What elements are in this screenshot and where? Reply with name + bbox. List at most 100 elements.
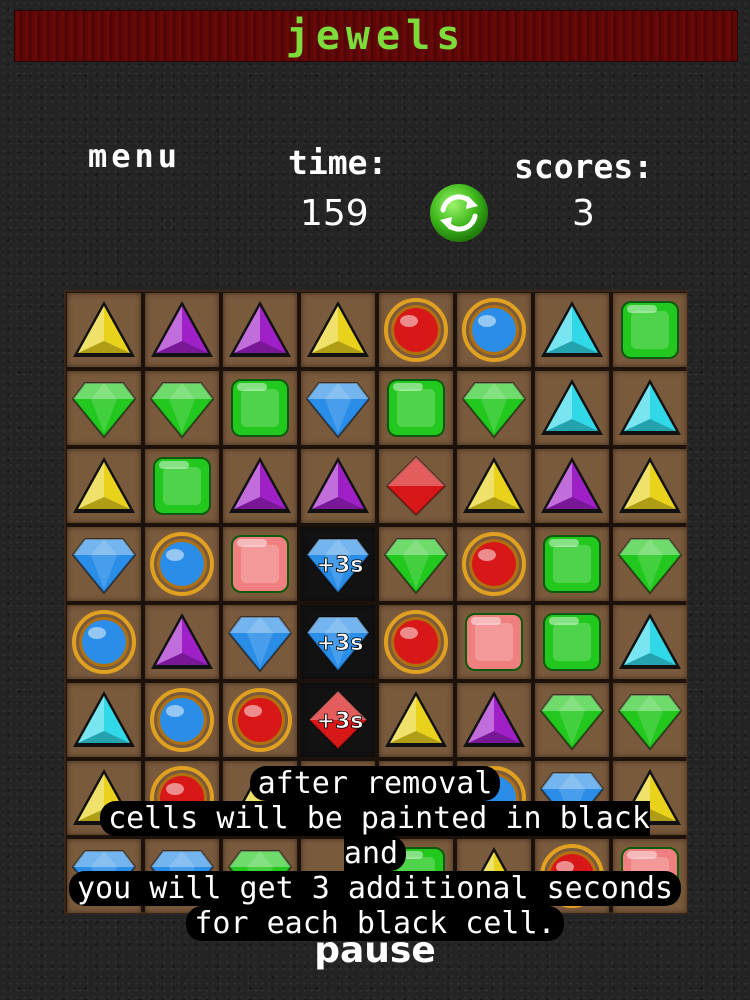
board-cell[interactable] — [223, 683, 297, 757]
board-cell[interactable] — [145, 449, 219, 523]
green-square-gem-icon — [621, 301, 679, 359]
board-cell[interactable] — [145, 605, 219, 679]
cyan-triangle-gem-icon — [541, 301, 603, 357]
board-cell[interactable] — [613, 293, 687, 367]
board-cell[interactable] — [535, 449, 609, 523]
blue-gem-gem-icon: +3s — [305, 616, 371, 673]
game-title: jewels — [285, 13, 467, 59]
hint-overlay: after removal cells will be painted in b… — [60, 766, 690, 941]
board-cell[interactable] — [613, 527, 687, 601]
red-diamond-gem-icon — [385, 455, 447, 517]
board-cell[interactable]: +3s — [301, 527, 375, 601]
yellow-triangle-gem-icon — [307, 301, 369, 357]
blue-orb-gem-icon — [72, 610, 136, 674]
board-cell[interactable] — [223, 371, 297, 445]
board-cell[interactable] — [613, 371, 687, 445]
purple-triangle-gem-icon — [463, 691, 525, 747]
blue-gem-gem-icon — [227, 616, 293, 673]
pink-square-gem-icon — [231, 535, 289, 593]
blue-gem-gem-icon — [71, 538, 137, 595]
refresh-icon — [430, 184, 488, 242]
purple-triangle-gem-icon — [229, 457, 291, 513]
board-cell[interactable] — [379, 683, 453, 757]
board-cell[interactable] — [457, 605, 531, 679]
board-cell[interactable] — [379, 371, 453, 445]
board-cell[interactable] — [223, 449, 297, 523]
board-cell[interactable] — [535, 527, 609, 601]
green-gem-gem-icon — [383, 538, 449, 595]
purple-triangle-gem-icon — [151, 301, 213, 357]
board-cell[interactable] — [457, 371, 531, 445]
board-cell[interactable] — [67, 605, 141, 679]
board-cell[interactable] — [223, 605, 297, 679]
refresh-button[interactable] — [428, 182, 490, 244]
yellow-triangle-gem-icon — [463, 457, 525, 513]
yellow-triangle-gem-icon — [619, 457, 681, 513]
board-cell[interactable] — [67, 527, 141, 601]
board-cell[interactable] — [145, 527, 219, 601]
green-square-gem-icon — [231, 379, 289, 437]
blue-orb-gem-icon — [150, 688, 214, 752]
cyan-triangle-gem-icon — [541, 379, 603, 435]
red-orb-gem-icon — [384, 298, 448, 362]
board-cell[interactable] — [223, 293, 297, 367]
green-gem-gem-icon — [71, 382, 137, 439]
menu-button[interactable]: menu — [88, 140, 181, 172]
green-gem-gem-icon — [617, 694, 683, 751]
board-cell[interactable] — [535, 605, 609, 679]
board-cell[interactable] — [145, 371, 219, 445]
board-cell[interactable] — [301, 293, 375, 367]
blue-orb-gem-icon — [150, 532, 214, 596]
yellow-triangle-gem-icon — [73, 457, 135, 513]
board-cell[interactable] — [535, 371, 609, 445]
board-cell[interactable] — [457, 527, 531, 601]
board-cell[interactable] — [613, 683, 687, 757]
pause-button[interactable]: pause — [0, 930, 750, 971]
purple-triangle-gem-icon — [151, 613, 213, 669]
board-cell[interactable] — [67, 293, 141, 367]
green-square-gem-icon — [543, 613, 601, 671]
board-cell[interactable] — [379, 449, 453, 523]
green-square-gem-icon — [543, 535, 601, 593]
board-cell[interactable] — [613, 605, 687, 679]
yellow-triangle-gem-icon — [73, 301, 135, 357]
green-gem-gem-icon — [149, 382, 215, 439]
red-orb-gem-icon — [228, 688, 292, 752]
board-cell[interactable] — [535, 293, 609, 367]
bonus-label: +3s — [317, 553, 364, 578]
green-gem-gem-icon — [461, 382, 527, 439]
board-cell[interactable] — [535, 683, 609, 757]
scores-label: scores: — [514, 147, 654, 186]
board-cell[interactable] — [379, 605, 453, 679]
board-cell[interactable] — [379, 527, 453, 601]
red-orb-gem-icon — [462, 532, 526, 596]
board-cell[interactable] — [145, 293, 219, 367]
board-cell[interactable] — [67, 683, 141, 757]
hint-line: you will get 3 additional seconds — [68, 871, 682, 906]
board-cell[interactable] — [457, 449, 531, 523]
scores-value: 3 — [572, 193, 595, 234]
cyan-triangle-gem-icon — [619, 613, 681, 669]
cyan-triangle-gem-icon — [619, 379, 681, 435]
yellow-triangle-gem-icon — [385, 691, 447, 747]
board-cell[interactable] — [223, 527, 297, 601]
board-cell[interactable] — [67, 449, 141, 523]
board-cell[interactable] — [457, 293, 531, 367]
hint-line: cells will be painted in black and — [100, 801, 650, 871]
blue-gem-gem-icon — [305, 382, 371, 439]
board-cell[interactable] — [379, 293, 453, 367]
board-cell[interactable] — [67, 371, 141, 445]
blue-gem-gem-icon: +3s — [305, 538, 371, 595]
purple-triangle-gem-icon — [307, 457, 369, 513]
board-cell[interactable]: +3s — [301, 605, 375, 679]
board-cell[interactable]: +3s — [301, 683, 375, 757]
bonus-label: +3s — [317, 631, 364, 656]
board-cell[interactable] — [301, 449, 375, 523]
blue-orb-gem-icon — [462, 298, 526, 362]
green-square-gem-icon — [387, 379, 445, 437]
green-gem-gem-icon — [539, 694, 605, 751]
board-cell[interactable] — [613, 449, 687, 523]
board-cell[interactable] — [301, 371, 375, 445]
board-cell[interactable] — [457, 683, 531, 757]
board-cell[interactable] — [145, 683, 219, 757]
